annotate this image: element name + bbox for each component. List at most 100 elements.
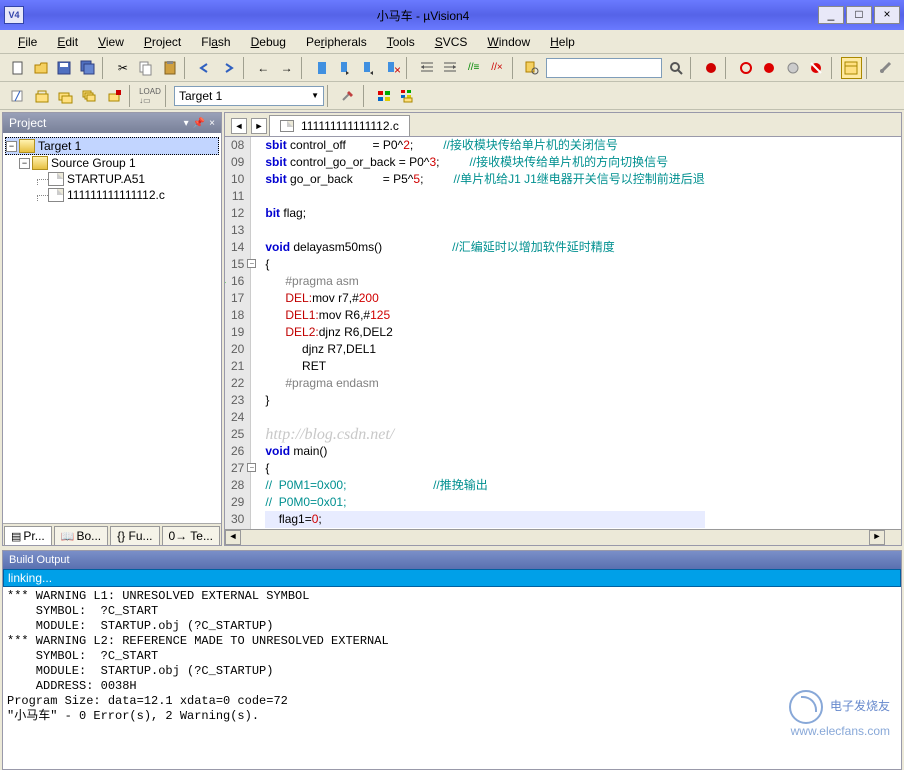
editor-hscroll[interactable]: ◄ ► (225, 529, 901, 545)
close-button[interactable]: × (874, 6, 900, 24)
panel-close-icon[interactable]: × (209, 118, 215, 129)
nav-fwd-button[interactable]: → (276, 57, 297, 79)
breakpoint-insert-button[interactable] (759, 57, 780, 79)
indent-button[interactable] (416, 57, 437, 79)
tree-target-label: Target 1 (38, 139, 81, 153)
build-output-body[interactable]: *** WARNING L1: UNRESOLVED EXTERNAL SYMB… (3, 587, 901, 769)
menu-flash[interactable]: Flash (191, 33, 240, 51)
editor-tab-label: 111111111111112.c (301, 119, 399, 133)
comment-button[interactable]: //≡ (463, 57, 484, 79)
menu-tools[interactable]: Tools (377, 33, 425, 51)
editor-area: ◄ ► 111111111111112.c 0809101112131415−1… (224, 112, 902, 546)
menu-peripherals[interactable]: Peripherals (296, 33, 377, 51)
target-icon (19, 139, 35, 153)
build-output-panel: Build Output linking... *** WARNING L1: … (2, 550, 902, 770)
translate-button[interactable] (7, 85, 29, 107)
app-icon: V4 (4, 6, 24, 24)
tab-templates[interactable]: 0→ Te... (162, 526, 220, 545)
menu-file[interactable]: File (8, 33, 47, 51)
menu-bar: File Edit View Project Flash Debug Perip… (0, 30, 904, 54)
bookmark-next-button[interactable] (358, 57, 379, 79)
rebuild-button[interactable] (55, 85, 77, 107)
menu-window[interactable]: Window (477, 33, 540, 51)
breakpoint-kill-button[interactable] (805, 57, 826, 79)
breakpoint-disable-button[interactable] (782, 57, 803, 79)
line-gutter: 0809101112131415−16➔17181920212223242526… (225, 137, 251, 529)
tree-file[interactable]: STARTUP.A51 (5, 171, 219, 187)
c-file-icon (280, 120, 294, 132)
open-button[interactable] (30, 57, 51, 79)
bookmark-clear-button[interactable]: × (381, 57, 402, 79)
asm-file-icon (48, 172, 64, 186)
tree-target[interactable]: − Target 1 (5, 137, 219, 155)
maximize-button[interactable]: □ (846, 6, 872, 24)
title-bar: V4 小马车 - µVision4 _ □ × (0, 0, 904, 30)
project-tree[interactable]: − Target 1 − Source Group 1 STARTUP.A51 (3, 133, 221, 523)
tree-expand-icon[interactable]: − (19, 158, 30, 169)
dropdown-icon: ▼ (311, 91, 319, 100)
project-panel-title-bar: Project ▾ 📌 × (3, 113, 221, 133)
tree-expand-icon[interactable]: − (6, 141, 17, 152)
tree-file-label: STARTUP.A51 (67, 172, 145, 186)
editor-tabs: ◄ ► 111111111111112.c (225, 113, 901, 137)
tab-nav-prev[interactable]: ◄ (231, 118, 247, 134)
breakpoint-enable-button[interactable] (735, 57, 756, 79)
save-button[interactable] (54, 57, 75, 79)
window-layout-button[interactable] (841, 57, 862, 79)
target-selector-value: Target 1 (179, 89, 222, 103)
menu-svcs[interactable]: SVCS (425, 33, 478, 51)
tree-file[interactable]: 111111111111112.c (5, 187, 219, 203)
tab-functions[interactable]: {} Fu... (110, 526, 159, 545)
bookmark-prev-button[interactable] (334, 57, 355, 79)
project-panel-tabs: ▤ Pr... 📖 Bo... {} Fu... 0→ Te... (3, 523, 221, 545)
configure-button[interactable] (876, 57, 897, 79)
bookmark-button[interactable] (311, 57, 332, 79)
debug-button[interactable] (700, 57, 721, 79)
cut-button[interactable]: ✂ (112, 57, 133, 79)
find-combo[interactable] (546, 58, 662, 78)
menu-debug[interactable]: Debug (241, 33, 296, 51)
paste-button[interactable] (159, 57, 180, 79)
tree-group-label: Source Group 1 (51, 156, 136, 170)
folder-icon (32, 156, 48, 170)
minimize-button[interactable]: _ (818, 6, 844, 24)
menu-view[interactable]: View (88, 33, 134, 51)
redo-button[interactable] (217, 57, 238, 79)
manage-project-button[interactable] (373, 85, 395, 107)
svg-text:×: × (394, 63, 400, 76)
nav-back-button[interactable]: ← (253, 57, 274, 79)
tab-project[interactable]: ▤ Pr... (4, 526, 52, 545)
download-button[interactable]: LOAD↓▭ (139, 85, 161, 107)
copy-button[interactable] (136, 57, 157, 79)
menu-edit[interactable]: Edit (47, 33, 88, 51)
new-file-button[interactable] (7, 57, 28, 79)
menu-help[interactable]: Help (540, 33, 585, 51)
build-button[interactable] (31, 85, 53, 107)
uncomment-button[interactable]: //× (486, 57, 507, 79)
save-all-button[interactable] (77, 57, 98, 79)
manage-multi-button[interactable] (397, 85, 419, 107)
window-title: 小马车 - µVision4 (30, 7, 816, 24)
tab-nav-next[interactable]: ► (251, 118, 267, 134)
tab-books[interactable]: 📖 Bo... (54, 526, 108, 545)
outdent-button[interactable] (440, 57, 461, 79)
panel-dropdown-icon[interactable]: ▾ (184, 118, 189, 129)
toolbar-main: ✂ ← → × //≡ //× (0, 54, 904, 82)
editor-tab[interactable]: 111111111111112.c (269, 115, 410, 136)
build-linking-line: linking... (3, 569, 901, 587)
tree-group[interactable]: − Source Group 1 (5, 155, 219, 171)
panel-pin-icon[interactable]: 📌 (193, 118, 205, 129)
build-output-title: Build Output (3, 551, 901, 569)
target-options-button[interactable] (337, 85, 359, 107)
source-area[interactable]: sbit control_off = P0^2; //接收模块传给单片机的关闭信… (251, 137, 710, 529)
find-button[interactable] (665, 57, 686, 79)
find-in-files-button[interactable] (522, 57, 543, 79)
undo-button[interactable] (194, 57, 215, 79)
tree-file-label: 111111111111112.c (67, 188, 165, 202)
code-editor[interactable]: 0809101112131415−16➔17181920212223242526… (225, 137, 901, 529)
batch-build-button[interactable] (79, 85, 101, 107)
toolbar-build: LOAD↓▭ Target 1 ▼ (0, 82, 904, 110)
stop-build-button[interactable] (103, 85, 125, 107)
target-selector[interactable]: Target 1 ▼ (174, 86, 324, 106)
menu-project[interactable]: Project (134, 33, 191, 51)
